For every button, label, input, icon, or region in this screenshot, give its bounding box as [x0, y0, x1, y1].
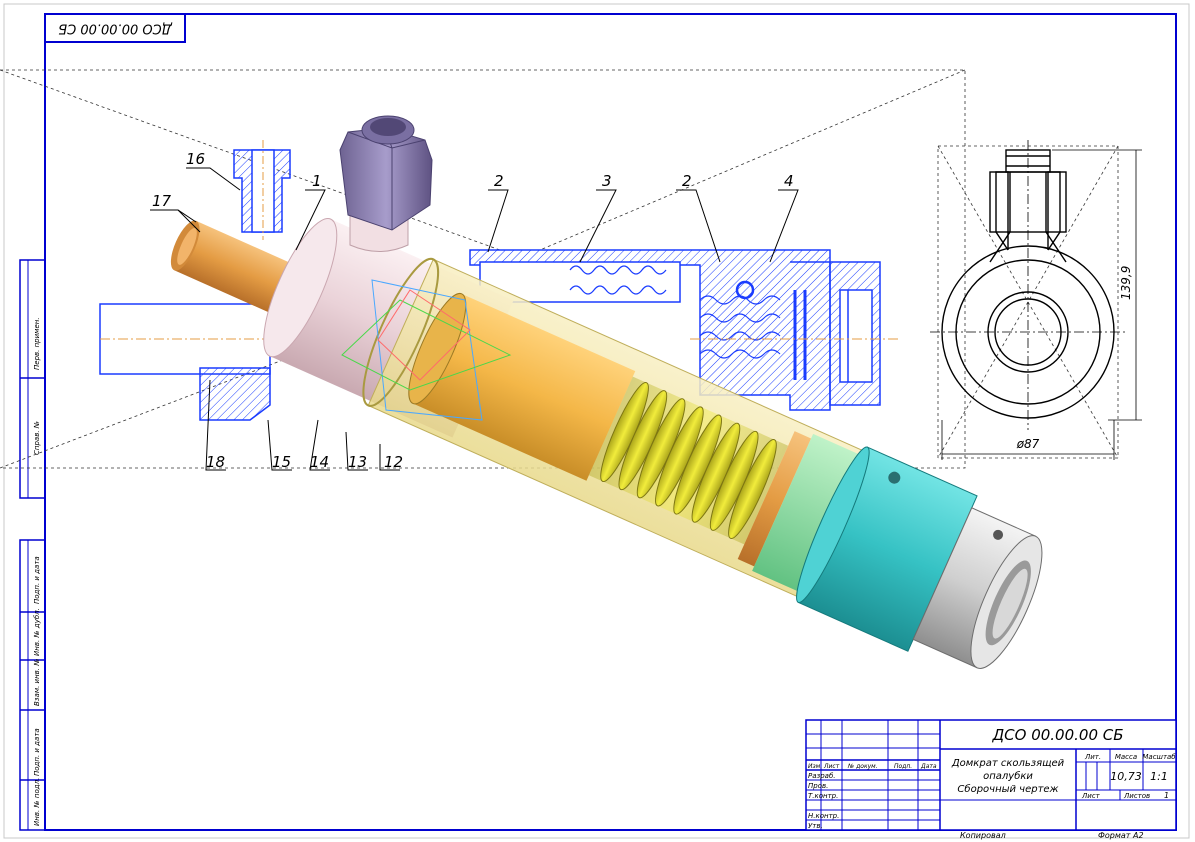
sheet-label: Лист — [1081, 792, 1101, 800]
row-tkontr: Т.контр. — [808, 792, 838, 800]
callout-17: 17 — [152, 192, 172, 210]
title-line-2: опалубки — [983, 770, 1033, 782]
scale-value: 1:1 — [1150, 770, 1168, 783]
callout-3: 3 — [602, 172, 612, 190]
callout-2a: 2 — [494, 172, 504, 190]
side-label-vzam: Взам. инв. № — [33, 658, 41, 706]
row-sign: Подп. — [894, 763, 912, 770]
copied-label: Копировал — [960, 831, 1006, 840]
side-label-inv-podl: Инв. № подл. — [33, 778, 41, 826]
callout-18: 18 — [206, 453, 225, 471]
title-line-3: Сборочный чертеж — [957, 783, 1058, 795]
sheets-value: 1 — [1164, 791, 1169, 800]
col-lit-label: Лит. — [1084, 753, 1101, 761]
height-dimension: 139,9 — [1119, 266, 1133, 300]
diameter-dimension: ø87 — [1016, 437, 1040, 451]
top-stamp: ДСО 00.00.00 СБ — [44, 13, 186, 43]
row-razrab: Разраб. — [808, 772, 836, 780]
callout-16: 16 — [186, 150, 205, 168]
side-label-podp-data-1: Подп. и дата — [33, 556, 41, 604]
callout-4: 4 — [784, 172, 794, 190]
side-label-podp-data-2: Подп. и дата — [33, 728, 41, 776]
row-doc: № докум. — [847, 763, 878, 770]
col-scale-label: Масштаб — [1142, 753, 1176, 761]
callout-12: 12 — [384, 453, 403, 471]
side-label-perv: Перв. примен. — [33, 317, 41, 370]
jack-3d-model — [170, 115, 1043, 669]
hex-fitting — [339, 115, 433, 252]
sheets-label: Листов — [1123, 792, 1150, 800]
row-prov: Пров. — [808, 782, 828, 790]
designation: ДСО 00.00.00 СБ — [991, 726, 1123, 744]
top-stamp-text: ДСО 00.00.00 СБ — [58, 21, 173, 36]
side-label-inv-dubl: Инв. № дубл. — [33, 608, 41, 656]
row-nkontr: Н.контр. — [808, 812, 839, 820]
assembly-drawing-sheet: ДСО 00.00.00 СБ Перв. примен. Справ. № П… — [0, 3, 1190, 840]
row-date: Дата — [920, 763, 937, 770]
callout-2b: 2 — [682, 172, 692, 190]
mass-value: 10,73 — [1110, 770, 1142, 783]
callout-13: 13 — [348, 453, 367, 471]
row-izm: Изм. Лист — [808, 763, 840, 770]
side-stamp-labels: Перв. примен. Справ. № Подп. и дата Инв.… — [33, 317, 41, 826]
format-label: Формат A2 — [1098, 831, 1144, 840]
callout-1: 1 — [312, 172, 322, 190]
callout-14: 14 — [310, 453, 329, 471]
side-label-sprav: Справ. № — [33, 421, 41, 455]
row-utv: Утв. — [808, 822, 823, 830]
callout-15: 15 — [272, 453, 291, 471]
title-line-1: Домкрат скользящей — [951, 758, 1065, 769]
col-mass-label: Масса — [1115, 753, 1137, 761]
